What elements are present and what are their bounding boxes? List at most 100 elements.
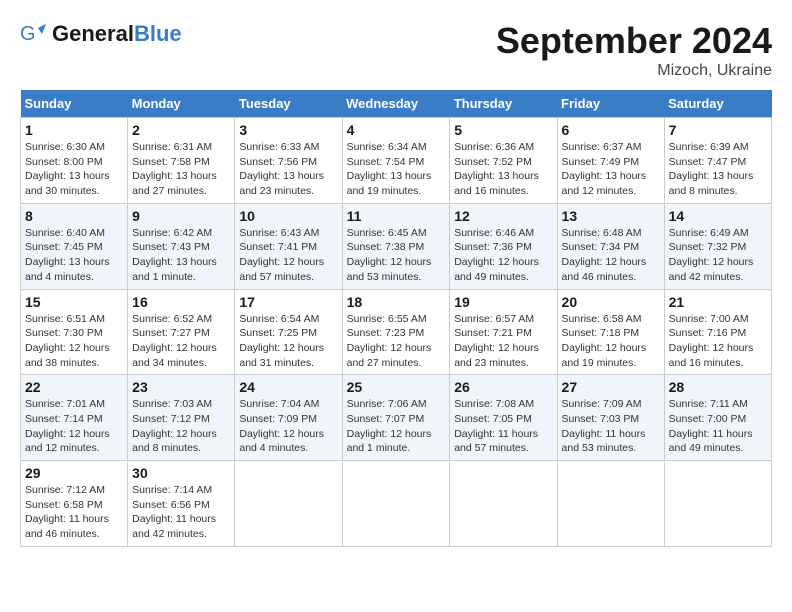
calendar-cell: 25 Sunrise: 7:06 AMSunset: 7:07 PMDayligh… bbox=[342, 375, 450, 461]
calendar-cell: 2 Sunrise: 6:31 AMSunset: 7:58 PMDaylight… bbox=[128, 118, 235, 204]
calendar-week-5: 29Sunrise: 7:12 AMSunset: 6:58 PMDayligh… bbox=[21, 461, 772, 547]
day-header-monday: Monday bbox=[128, 90, 235, 118]
day-number: 22 bbox=[25, 379, 123, 395]
calendar-week-3: 15 Sunrise: 6:51 AMSunset: 7:30 PMDayligh… bbox=[21, 289, 772, 375]
day-info: Sunrise: 6:34 AMSunset: 7:54 PMDaylight:… bbox=[347, 140, 446, 199]
day-number: 24 bbox=[239, 379, 337, 395]
logo-icon: G bbox=[20, 20, 48, 48]
logo: G GeneralBlue bbox=[20, 20, 182, 48]
day-info: Sunrise: 7:01 AMSunset: 7:14 PMDaylight:… bbox=[25, 397, 123, 456]
day-number: 16 bbox=[132, 294, 230, 310]
day-info: Sunrise: 7:14 AMSunset: 6:56 PMDaylight:… bbox=[132, 483, 230, 542]
calendar-cell: 13 Sunrise: 6:48 AMSunset: 7:34 PMDayligh… bbox=[557, 203, 664, 289]
calendar-cell: 4 Sunrise: 6:34 AMSunset: 7:54 PMDaylight… bbox=[342, 118, 450, 204]
day-number: 3 bbox=[239, 122, 337, 138]
day-number: 30 bbox=[132, 465, 230, 481]
day-info: Sunrise: 6:52 AMSunset: 7:27 PMDaylight:… bbox=[132, 312, 230, 371]
day-number: 13 bbox=[562, 208, 660, 224]
day-header-saturday: Saturday bbox=[664, 90, 771, 118]
calendar-cell: 23 Sunrise: 7:03 AMSunset: 7:12 PMDayligh… bbox=[128, 375, 235, 461]
day-number: 11 bbox=[347, 208, 446, 224]
day-number: 15 bbox=[25, 294, 123, 310]
calendar-cell: 8Sunrise: 6:40 AMSunset: 7:45 PMDaylight… bbox=[21, 203, 128, 289]
calendar-cell: 30 Sunrise: 7:14 AMSunset: 6:56 PMDayligh… bbox=[128, 461, 235, 547]
calendar-cell bbox=[235, 461, 342, 547]
day-info: Sunrise: 7:06 AMSunset: 7:07 PMDaylight:… bbox=[347, 397, 446, 456]
calendar-cell: 3 Sunrise: 6:33 AMSunset: 7:56 PMDaylight… bbox=[235, 118, 342, 204]
calendar-cell: 12 Sunrise: 6:46 AMSunset: 7:36 PMDayligh… bbox=[450, 203, 557, 289]
header: G GeneralBlue September 2024 Mizoch, Ukr… bbox=[20, 20, 772, 80]
calendar-cell: 9Sunrise: 6:42 AMSunset: 7:43 PMDaylight… bbox=[128, 203, 235, 289]
day-number: 25 bbox=[347, 379, 446, 395]
calendar-cell: 1 Sunrise: 6:30 AMSunset: 8:00 PMDaylight… bbox=[21, 118, 128, 204]
day-number: 7 bbox=[669, 122, 767, 138]
day-number: 23 bbox=[132, 379, 230, 395]
day-info: Sunrise: 6:57 AMSunset: 7:21 PMDaylight:… bbox=[454, 312, 552, 371]
day-number: 12 bbox=[454, 208, 552, 224]
day-number: 4 bbox=[347, 122, 446, 138]
calendar-week-1: 1 Sunrise: 6:30 AMSunset: 8:00 PMDaylight… bbox=[21, 118, 772, 204]
day-info: Sunrise: 6:49 AMSunset: 7:32 PMDaylight:… bbox=[669, 226, 767, 285]
day-number: 26 bbox=[454, 379, 552, 395]
calendar-cell bbox=[557, 461, 664, 547]
day-info: Sunrise: 7:00 AMSunset: 7:16 PMDaylight:… bbox=[669, 312, 767, 371]
day-header-sunday: Sunday bbox=[21, 90, 128, 118]
svg-text:G: G bbox=[20, 23, 36, 45]
day-header-thursday: Thursday bbox=[450, 90, 557, 118]
calendar-cell: 26 Sunrise: 7:08 AMSunset: 7:05 PMDayligh… bbox=[450, 375, 557, 461]
day-number: 8 bbox=[25, 208, 123, 224]
calendar-table: SundayMondayTuesdayWednesdayThursdayFrid… bbox=[20, 90, 772, 547]
day-number: 9 bbox=[132, 208, 230, 224]
calendar-cell bbox=[450, 461, 557, 547]
day-info: Sunrise: 6:45 AMSunset: 7:38 PMDaylight:… bbox=[347, 226, 446, 285]
day-info: Sunrise: 6:39 AMSunset: 7:47 PMDaylight:… bbox=[669, 140, 767, 199]
calendar-cell: 21 Sunrise: 7:00 AMSunset: 7:16 PMDayligh… bbox=[664, 289, 771, 375]
calendar-cell: 15 Sunrise: 6:51 AMSunset: 7:30 PMDayligh… bbox=[21, 289, 128, 375]
calendar-cell: 24 Sunrise: 7:04 AMSunset: 7:09 PMDayligh… bbox=[235, 375, 342, 461]
calendar-cell: 5Sunrise: 6:36 AMSunset: 7:52 PMDaylight… bbox=[450, 118, 557, 204]
day-info: Sunrise: 7:03 AMSunset: 7:12 PMDaylight:… bbox=[132, 397, 230, 456]
day-info: Sunrise: 6:46 AMSunset: 7:36 PMDaylight:… bbox=[454, 226, 552, 285]
calendar-cell: 7 Sunrise: 6:39 AMSunset: 7:47 PMDaylight… bbox=[664, 118, 771, 204]
day-info: Sunrise: 6:48 AMSunset: 7:34 PMDaylight:… bbox=[562, 226, 660, 285]
day-info: Sunrise: 6:30 AMSunset: 8:00 PMDaylight:… bbox=[25, 140, 123, 199]
day-info: Sunrise: 6:36 AMSunset: 7:52 PMDaylight:… bbox=[454, 140, 552, 199]
month-title: September 2024 bbox=[496, 20, 772, 62]
day-header-wednesday: Wednesday bbox=[342, 90, 450, 118]
day-info: Sunrise: 6:51 AMSunset: 7:30 PMDaylight:… bbox=[25, 312, 123, 371]
day-number: 20 bbox=[562, 294, 660, 310]
day-number: 28 bbox=[669, 379, 767, 395]
title-area: September 2024 Mizoch, Ukraine bbox=[496, 20, 772, 80]
calendar-cell: 29Sunrise: 7:12 AMSunset: 6:58 PMDayligh… bbox=[21, 461, 128, 547]
calendar-cell bbox=[342, 461, 450, 547]
calendar-cell: 6Sunrise: 6:37 AMSunset: 7:49 PMDaylight… bbox=[557, 118, 664, 204]
calendar-cell: 27Sunrise: 7:09 AMSunset: 7:03 PMDayligh… bbox=[557, 375, 664, 461]
day-number: 10 bbox=[239, 208, 337, 224]
day-info: Sunrise: 6:54 AMSunset: 7:25 PMDaylight:… bbox=[239, 312, 337, 371]
day-info: Sunrise: 6:43 AMSunset: 7:41 PMDaylight:… bbox=[239, 226, 337, 285]
day-info: Sunrise: 6:33 AMSunset: 7:56 PMDaylight:… bbox=[239, 140, 337, 199]
day-info: Sunrise: 6:31 AMSunset: 7:58 PMDaylight:… bbox=[132, 140, 230, 199]
day-info: Sunrise: 6:55 AMSunset: 7:23 PMDaylight:… bbox=[347, 312, 446, 371]
calendar-week-4: 22 Sunrise: 7:01 AMSunset: 7:14 PMDayligh… bbox=[21, 375, 772, 461]
calendar-cell: 22 Sunrise: 7:01 AMSunset: 7:14 PMDayligh… bbox=[21, 375, 128, 461]
day-info: Sunrise: 7:04 AMSunset: 7:09 PMDaylight:… bbox=[239, 397, 337, 456]
day-header-tuesday: Tuesday bbox=[235, 90, 342, 118]
calendar-cell: 10 Sunrise: 6:43 AMSunset: 7:41 PMDayligh… bbox=[235, 203, 342, 289]
calendar-cell: 16 Sunrise: 6:52 AMSunset: 7:27 PMDayligh… bbox=[128, 289, 235, 375]
day-number: 21 bbox=[669, 294, 767, 310]
day-number: 1 bbox=[25, 122, 123, 138]
day-info: Sunrise: 6:58 AMSunset: 7:18 PMDaylight:… bbox=[562, 312, 660, 371]
calendar-cell: 28Sunrise: 7:11 AMSunset: 7:00 PMDayligh… bbox=[664, 375, 771, 461]
day-number: 2 bbox=[132, 122, 230, 138]
calendar-cell: 19 Sunrise: 6:57 AMSunset: 7:21 PMDayligh… bbox=[450, 289, 557, 375]
day-number: 29 bbox=[25, 465, 123, 481]
day-info: Sunrise: 7:08 AMSunset: 7:05 PMDaylight:… bbox=[454, 397, 552, 456]
day-info: Sunrise: 6:37 AMSunset: 7:49 PMDaylight:… bbox=[562, 140, 660, 199]
day-number: 19 bbox=[454, 294, 552, 310]
calendar-cell: 20 Sunrise: 6:58 AMSunset: 7:18 PMDayligh… bbox=[557, 289, 664, 375]
logo-text: GeneralBlue bbox=[52, 22, 182, 46]
calendar-cell: 17Sunrise: 6:54 AMSunset: 7:25 PMDayligh… bbox=[235, 289, 342, 375]
day-info: Sunrise: 7:09 AMSunset: 7:03 PMDaylight:… bbox=[562, 397, 660, 456]
day-number: 18 bbox=[347, 294, 446, 310]
